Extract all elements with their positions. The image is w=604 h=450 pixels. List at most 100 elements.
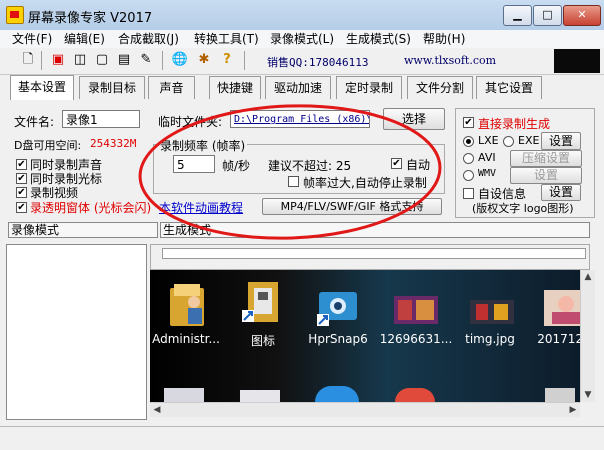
- stop-icon[interactable]: ▢: [92, 50, 112, 70]
- sales-qq: 销售QQ:178046113: [267, 56, 369, 69]
- user-folder-icon[interactable]: [164, 280, 212, 326]
- toolbar: 🗋 ▣ ◫ ▢ ▤ ✎ 🌐 ✱ ? 销售QQ:178046113 www.tlx…: [0, 48, 604, 75]
- menu-edit[interactable]: 编辑(E): [64, 30, 105, 48]
- compress-settings-button[interactable]: 压缩设置: [510, 150, 582, 167]
- select-folder-button[interactable]: 选择: [383, 108, 445, 130]
- desktop-preview: Administr... 图标 HprSnap6 12696631... tim…: [150, 270, 580, 402]
- exe-radio[interactable]: [503, 136, 514, 147]
- tab-target[interactable]: 录制目标: [79, 76, 145, 99]
- app-icon[interactable]: [395, 388, 435, 402]
- avi-radio[interactable]: [463, 153, 474, 164]
- lxe-radio[interactable]: [463, 136, 474, 147]
- record-mode-header[interactable]: 录像模式: [8, 222, 158, 238]
- custom-info-settings-button[interactable]: 设置: [541, 184, 581, 201]
- gen-mode-header[interactable]: 生成模式: [160, 222, 590, 238]
- globe-icon[interactable]: 🌐: [170, 50, 190, 70]
- window-title: 屏幕录像专家 V2017: [28, 11, 153, 26]
- image-file-icon[interactable]: [392, 292, 440, 334]
- transparent-checkbox[interactable]: ✔: [16, 202, 27, 213]
- scroll-up-icon[interactable]: ▲: [581, 270, 595, 284]
- framerate-group-title: 录制频率 (帧率): [158, 137, 248, 154]
- recording-list[interactable]: [6, 244, 147, 420]
- close-button[interactable]: ✕: [563, 5, 601, 26]
- video-checkbox[interactable]: ✔: [16, 187, 27, 198]
- file-icon[interactable]: [545, 388, 575, 402]
- camera-app-icon[interactable]: [315, 282, 363, 326]
- tab-split[interactable]: 文件分割: [407, 76, 473, 99]
- copyright-note: (版权文字 logo图形): [472, 202, 574, 215]
- filename-input[interactable]: 录像1: [62, 110, 140, 128]
- desktop-icon-label: 图标: [250, 334, 275, 348]
- new-file-icon[interactable]: 🗋: [18, 50, 38, 70]
- website-link[interactable]: www.tlxsoft.com: [404, 54, 496, 67]
- image-file-icon[interactable]: [468, 294, 516, 336]
- scroll-down-icon[interactable]: ▼: [581, 388, 595, 402]
- app-logo-icon: [6, 6, 24, 24]
- toolbar-divider: [41, 51, 42, 70]
- menu-gen-mode[interactable]: 生成模式(S): [346, 30, 411, 48]
- tutorial-link[interactable]: 本软件动画教程: [159, 199, 243, 216]
- avi-label: AVI: [478, 151, 496, 164]
- toolbar-divider: [244, 51, 245, 70]
- lxe-label: LXE: [478, 134, 499, 147]
- menu-file[interactable]: 文件(F): [12, 30, 52, 48]
- wmv-label: WMV: [478, 168, 497, 179]
- pen-icon[interactable]: ✎: [136, 50, 156, 70]
- gift-icon[interactable]: ✱: [194, 50, 214, 70]
- title-bar: 屏幕录像专家 V2017 ▁ □ ✕: [0, 0, 604, 31]
- tab-driver[interactable]: 驱动加速: [265, 76, 331, 99]
- tab-sound[interactable]: 声音: [148, 76, 195, 99]
- wmv-radio[interactable]: [463, 170, 474, 181]
- cursor-checkbox[interactable]: ✔: [16, 173, 27, 184]
- wmv-settings-button[interactable]: 设置: [510, 167, 582, 184]
- desktop-icon-label: 12696631...: [379, 332, 453, 346]
- menu-compose[interactable]: 合成截取(J): [118, 30, 179, 48]
- auto-checkbox-label: 自动: [406, 158, 431, 172]
- help-icon[interactable]: ?: [217, 50, 237, 70]
- scroll-left-icon[interactable]: ◀: [150, 403, 164, 417]
- desktop-icon-label: HprSnap6: [308, 332, 368, 346]
- pause-icon[interactable]: ◫: [70, 50, 90, 70]
- framerate-suggestion: 建议不超过: 25: [268, 159, 352, 173]
- temp-folder-input[interactable]: D:\Program Files (x86)\: [230, 110, 370, 128]
- disk-space-value: 254332M: [90, 137, 137, 150]
- maximize-button[interactable]: □: [533, 5, 562, 26]
- temp-folder-label: 临时文件夹:: [158, 115, 223, 129]
- framerate-input[interactable]: 5: [173, 155, 215, 173]
- sound-checkbox[interactable]: ✔: [16, 159, 27, 170]
- minimize-button[interactable]: ▁: [503, 5, 532, 26]
- status-bar: [0, 426, 604, 450]
- custom-info-checkbox[interactable]: [463, 188, 474, 199]
- tab-hotkey[interactable]: 快捷键: [209, 76, 261, 99]
- file-icon[interactable]: [240, 390, 280, 402]
- image-file-icon[interactable]: [542, 288, 580, 330]
- stop-on-high-checkbox[interactable]: [288, 176, 299, 187]
- direct-generate-label: 直接录制生成: [478, 117, 551, 131]
- disk-space-label: D盘可用空间:: [14, 139, 82, 152]
- direct-generate-checkbox[interactable]: ✔: [463, 117, 474, 128]
- record-icon[interactable]: ▣: [48, 50, 68, 70]
- format-support-button[interactable]: MP4/FLV/SWF/GIF 格式支持: [262, 198, 442, 215]
- tab-other[interactable]: 其它设置: [476, 76, 542, 99]
- tab-basic[interactable]: 基本设置: [10, 75, 74, 100]
- stop-on-high-label: 帧率过大,自动停止录制: [303, 176, 427, 190]
- preview-timeline[interactable]: [162, 248, 586, 259]
- file-icon[interactable]: [164, 388, 204, 402]
- toolbar-divider: [162, 51, 163, 70]
- menu-record-mode[interactable]: 录像模式(L): [270, 30, 334, 48]
- tab-schedule[interactable]: 定时录制: [336, 76, 402, 99]
- desktop-icon-label: Administr...: [152, 332, 220, 346]
- exe-settings-button[interactable]: 设置: [541, 132, 581, 150]
- preview-swatch: [554, 49, 600, 73]
- menu-help[interactable]: 帮助(H): [423, 30, 465, 48]
- scroll-right-icon[interactable]: ▶: [566, 403, 580, 417]
- menu-convert[interactable]: 转换工具(T): [194, 30, 259, 48]
- auto-checkbox[interactable]: ✔: [391, 158, 402, 169]
- play-icon[interactable]: ▤: [114, 50, 134, 70]
- horizontal-scrollbar[interactable]: ◀ ▶: [150, 402, 580, 417]
- shortcut-folder-icon[interactable]: [240, 278, 288, 322]
- menu-bar: 文件(F) 编辑(E) 合成截取(J) 转换工具(T) 录像模式(L) 生成模式…: [0, 30, 604, 48]
- exe-label: EXE: [518, 134, 540, 147]
- app-icon[interactable]: [315, 386, 359, 402]
- vertical-scrollbar[interactable]: ▲ ▼: [580, 270, 595, 402]
